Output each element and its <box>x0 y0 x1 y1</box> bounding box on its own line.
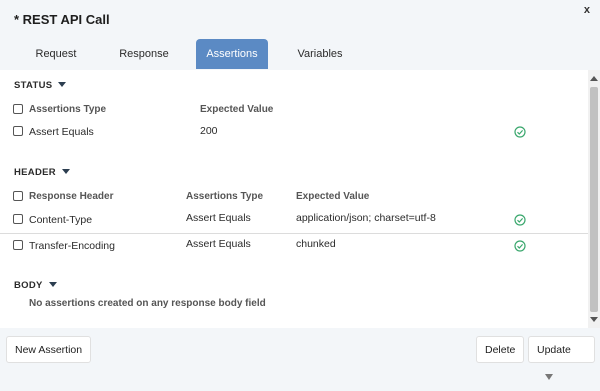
vertical-scrollbar[interactable] <box>588 70 600 328</box>
header-select-all-checkbox[interactable] <box>13 191 23 201</box>
caret-down-icon <box>61 169 70 174</box>
update-button-label: Update <box>537 344 571 356</box>
scroll-up-icon[interactable] <box>590 76 598 81</box>
tab-bar: Request Response Assertions Variables <box>20 39 372 69</box>
header-row-checkbox[interactable] <box>13 214 23 224</box>
check-circle-icon <box>514 240 526 252</box>
header-row-name: Content-Type <box>29 214 93 226</box>
status-section-toggle[interactable]: STATUS <box>14 80 67 91</box>
delete-button[interactable]: Delete <box>476 336 525 363</box>
header-section-toggle[interactable]: HEADER <box>14 167 70 178</box>
dropdown-arrow-icon[interactable] <box>545 374 553 381</box>
status-row-type: Assert Equals <box>29 126 94 138</box>
header-section-title: HEADER <box>14 167 56 178</box>
status-col-assertion-type: Assertions Type <box>29 104 107 115</box>
status-row-checkbox[interactable] <box>13 126 23 136</box>
dialog-footer: New Assertion Delete Update <box>0 328 600 381</box>
header-row-type: Assert Equals <box>186 238 251 250</box>
dialog-header: * REST API Call x Request Response Asser… <box>0 0 600 70</box>
header-col-assertion-type: Assertions Type <box>186 191 264 202</box>
body-empty-message: No assertions created on any response bo… <box>29 298 266 309</box>
status-row-expected: 200 <box>200 125 218 137</box>
header-col-response-header: Response Header <box>29 191 114 202</box>
assertions-panel: STATUS Assertions Type Expected Value As… <box>0 70 588 328</box>
tab-assertions[interactable]: Assertions <box>196 39 268 69</box>
header-row-name: Transfer-Encoding <box>29 240 115 252</box>
tab-request[interactable]: Request <box>20 39 92 69</box>
header-col-expected-value: Expected Value <box>296 191 370 202</box>
header-row-expected: application/json; charset=utf-8 <box>296 212 436 224</box>
check-circle-icon <box>514 126 526 138</box>
row-divider <box>0 233 588 234</box>
status-section-title: STATUS <box>14 80 53 91</box>
scroll-down-icon[interactable] <box>590 317 598 322</box>
scroll-thumb[interactable] <box>590 87 598 312</box>
body-section-title: BODY <box>14 280 43 291</box>
update-split-button[interactable]: Update <box>528 336 595 381</box>
tab-variables[interactable]: Variables <box>284 39 356 69</box>
header-row-type: Assert Equals <box>186 212 251 224</box>
close-button[interactable]: x <box>584 4 590 16</box>
check-circle-icon <box>514 214 526 226</box>
tab-response[interactable]: Response <box>108 39 180 69</box>
status-select-all-checkbox[interactable] <box>13 104 23 114</box>
header-row-checkbox[interactable] <box>13 240 23 250</box>
caret-down-icon <box>58 82 67 87</box>
new-assertion-button[interactable]: New Assertion <box>6 336 92 363</box>
dialog-title: * REST API Call <box>14 12 110 27</box>
header-row-expected: chunked <box>296 238 336 250</box>
status-col-expected-value: Expected Value <box>200 104 274 115</box>
body-section-toggle[interactable]: BODY <box>14 280 57 291</box>
caret-down-icon <box>48 282 57 287</box>
